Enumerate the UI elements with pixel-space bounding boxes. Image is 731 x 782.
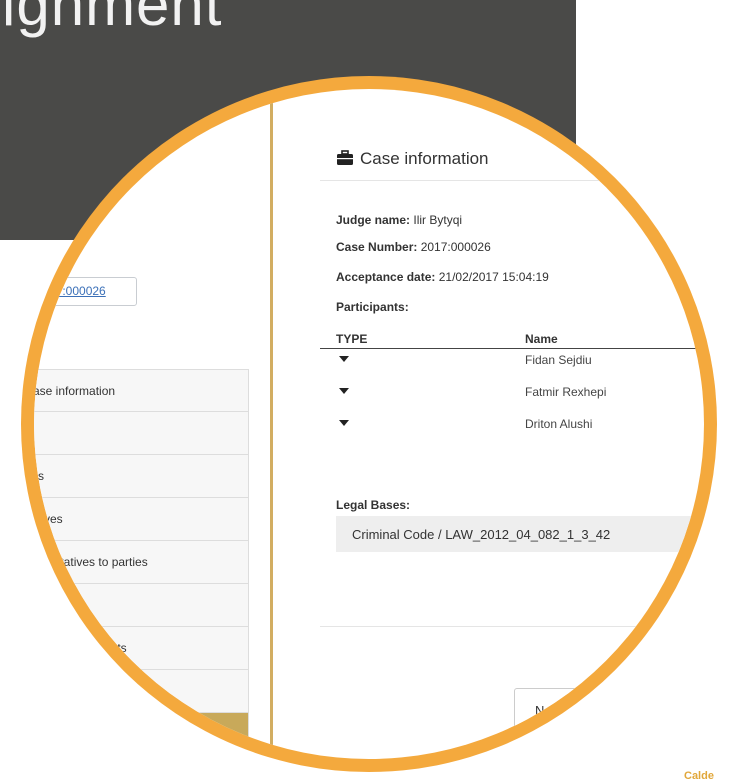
title-divider [320, 180, 704, 181]
panel-title: Case information [360, 149, 489, 168]
sidebar-item-representatives[interactable]: tives [34, 498, 249, 541]
acceptance-date-value: 21/02/2017 15:04:19 [438, 270, 549, 284]
participants-label: Participants: [336, 300, 409, 314]
chevron-down-icon[interactable] [339, 388, 349, 394]
banner-text: ignment [2, 0, 223, 38]
sidebar-item-active[interactable] [34, 713, 249, 753]
sidebar-item-representatives-to-parties[interactable]: entatives to parties [34, 541, 249, 584]
participant-name: Fidan Sejdiu [525, 353, 592, 367]
acceptance-date-label: Acceptance date: [336, 270, 436, 284]
magnifier-lens: 17:000026 ase information s tives entati… [21, 76, 717, 772]
next-button[interactable]: Next [514, 688, 594, 730]
sidebar-item-documents[interactable]: ents [34, 627, 249, 670]
case-number-line: Case Number: 2017:000026 [336, 240, 491, 254]
sidebar-item[interactable]: s [34, 455, 249, 498]
sidebar-item-case-information[interactable]: ase information [34, 369, 249, 412]
chevron-down-icon[interactable] [339, 356, 349, 362]
briefcase-icon [337, 150, 353, 165]
legal-bases-value: Criminal Code / LAW_2012_04_082_1_3_42 [336, 516, 704, 552]
sidebar-item[interactable] [34, 412, 249, 455]
judge-name-value: Ilir Bytyqi [413, 213, 463, 227]
footer-fragment: Calde [684, 770, 714, 782]
app-screen: 17:000026 ase information s tives entati… [34, 89, 704, 759]
chevron-down-icon[interactable] [339, 420, 349, 426]
case-number-value: 2017:000026 [420, 240, 491, 254]
participant-name: Driton Alushi [525, 417, 593, 431]
case-number-link[interactable]: 17:000026 [34, 277, 137, 306]
table-header-rule [320, 348, 704, 349]
sidebar-menu: ase information s tives entatives to par… [34, 369, 249, 753]
judge-name-label: Judge name: [336, 213, 411, 227]
participant-name: Fatmir Rexhepi [525, 385, 607, 399]
magnifier-view: 17:000026 ase information s tives entati… [34, 89, 704, 759]
column-header-type: TYPE [336, 332, 368, 346]
case-number-label: Case Number: [336, 240, 418, 254]
sidebar-item[interactable] [34, 670, 249, 713]
acceptance-date-line: Acceptance date: 21/02/2017 15:04:19 [336, 270, 549, 284]
column-header-name: Name [525, 332, 558, 346]
judge-name-line: Judge name: Ilir Bytyqi [336, 213, 462, 227]
footer-divider [320, 626, 704, 627]
sidebar-item[interactable] [34, 584, 249, 627]
participants-line: Participants: [336, 300, 409, 314]
legal-bases-label: Legal Bases: [336, 498, 411, 512]
column-divider [270, 89, 273, 759]
